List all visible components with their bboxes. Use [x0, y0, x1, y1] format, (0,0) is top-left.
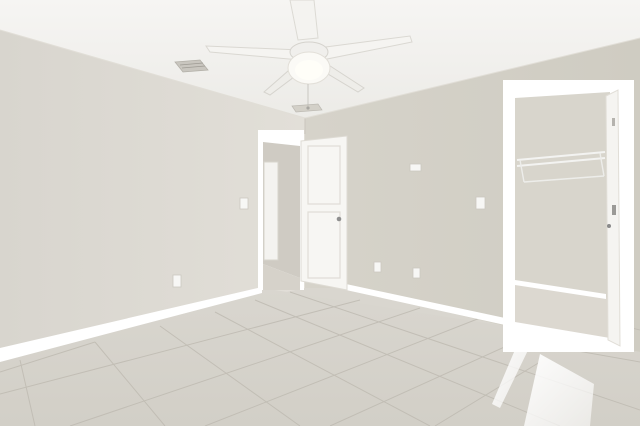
light-switch-back	[475, 196, 486, 210]
outlet-left	[172, 274, 182, 288]
light-switch-left	[239, 197, 249, 210]
room-drawing	[0, 0, 640, 426]
hall-far-door	[263, 161, 279, 261]
outlet-back-2	[412, 267, 421, 279]
outlet-back-1	[373, 261, 382, 273]
closet-door-knob	[607, 224, 611, 228]
thermostat	[409, 163, 422, 172]
door-knob	[336, 216, 342, 222]
closet-interior-wall	[515, 92, 610, 298]
closet-door-latch	[612, 205, 616, 215]
empty-bedroom-photo	[0, 0, 640, 426]
closet-door	[605, 89, 621, 347]
closet-door-hinge	[612, 118, 615, 126]
